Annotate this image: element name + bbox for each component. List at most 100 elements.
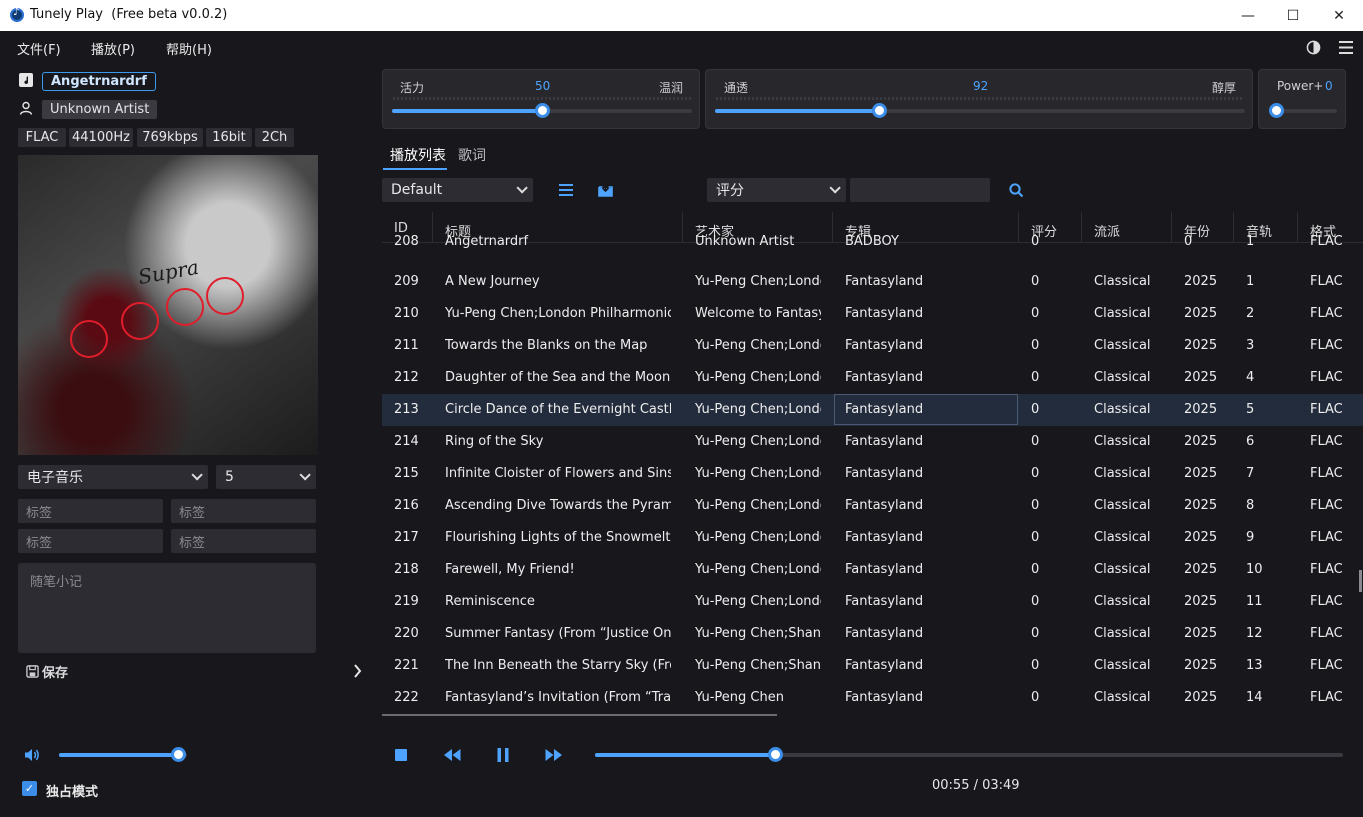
cell-artist: Yu-Peng Chen;London bbox=[695, 466, 821, 481]
power-slider[interactable] bbox=[1269, 103, 1337, 119]
cell-rating: 0 bbox=[1031, 626, 1040, 641]
eq-panel-clear: 通透 92 醇厚 bbox=[705, 69, 1253, 129]
import-icon[interactable] bbox=[598, 182, 613, 197]
track-artist[interactable]: Unknown Artist bbox=[42, 100, 158, 119]
table-row[interactable]: 220 Summer Fantasy (From “Justice Onl Yu-P… bbox=[382, 618, 1363, 650]
maximize-button[interactable]: ☐ bbox=[1270, 0, 1316, 31]
table-row[interactable]: 218 Farewell, My Friend! Yu-Peng Chen;Lond… bbox=[382, 554, 1363, 586]
cell-id: 208 bbox=[394, 234, 419, 249]
table-row[interactable]: 210 Yu-Peng Chen;London Philharmonic Welco… bbox=[382, 298, 1363, 330]
menu-file[interactable]: 文件(F) bbox=[17, 39, 61, 58]
save-button[interactable]: 保存 bbox=[26, 662, 68, 681]
cell-year: 2025 bbox=[1184, 690, 1218, 705]
cell-album: Fantasyland bbox=[845, 690, 924, 705]
cell-album: Fantasyland bbox=[845, 498, 924, 513]
exclusive-mode-checkbox[interactable]: ✓ bbox=[22, 781, 37, 796]
cell-track: 4 bbox=[1246, 370, 1255, 385]
sort-select[interactable]: 评分 bbox=[707, 178, 846, 202]
tab-lyrics[interactable]: 歌词 bbox=[458, 145, 486, 165]
volume-slider[interactable] bbox=[59, 747, 187, 763]
close-button[interactable]: ✕ bbox=[1316, 0, 1362, 31]
progress-slider[interactable] bbox=[595, 747, 1343, 763]
cell-title: Yu-Peng Chen;London Philharmonic bbox=[445, 306, 671, 321]
cell-track: 1 bbox=[1246, 234, 1255, 249]
cell-year: 2025 bbox=[1184, 562, 1218, 577]
spec-bitrate: 769kbps bbox=[137, 128, 203, 147]
pause-icon[interactable] bbox=[497, 748, 509, 762]
cell-title: Ascending Dive Towards the Pyramid bbox=[445, 498, 671, 513]
rating-select[interactable]: 5 bbox=[216, 465, 316, 489]
next-icon[interactable] bbox=[545, 749, 562, 761]
tag-input-1[interactable]: 标签 bbox=[18, 499, 163, 523]
table-row[interactable]: 211 Towards the Blanks on the Map Yu-Peng … bbox=[382, 330, 1363, 362]
cell-rating: 0 bbox=[1031, 498, 1040, 513]
cell-id: 217 bbox=[394, 530, 419, 545]
table-row[interactable]: 212 Daughter of the Sea and the Moon Yu-Pe… bbox=[382, 362, 1363, 394]
menu-play[interactable]: 播放(P) bbox=[91, 39, 135, 58]
cell-year: 2025 bbox=[1184, 434, 1218, 449]
notes-textarea[interactable]: 随笔小记 bbox=[18, 563, 316, 653]
playlist-value: Default bbox=[391, 182, 443, 198]
cell-format: FLAC bbox=[1310, 402, 1343, 417]
table-row[interactable]: 219 Reminiscence Yu-Peng Chen;London Fantas… bbox=[382, 586, 1363, 618]
sort-value: 评分 bbox=[716, 183, 744, 199]
eq-warm-knob[interactable] bbox=[535, 103, 550, 118]
cell-artist: Yu-Peng Chen;London bbox=[695, 498, 821, 513]
eq-clear-knob[interactable] bbox=[872, 103, 887, 118]
horizontal-scrollbar[interactable] bbox=[382, 714, 777, 716]
eq-clear-slider[interactable] bbox=[715, 103, 1245, 119]
progress-knob[interactable] bbox=[768, 747, 783, 762]
cell-format: FLAC bbox=[1310, 274, 1343, 289]
tag-input-4[interactable]: 标签 bbox=[171, 529, 316, 553]
volume-icon[interactable] bbox=[24, 747, 40, 763]
cell-format: FLAC bbox=[1310, 658, 1343, 673]
cell-artist: Yu-Peng Chen;London bbox=[695, 530, 821, 545]
cell-format: FLAC bbox=[1310, 338, 1343, 353]
playlist-select[interactable]: Default bbox=[382, 178, 533, 202]
cell-genre: Classical bbox=[1094, 690, 1151, 705]
cell-format: FLAC bbox=[1310, 466, 1343, 481]
table-row[interactable]: 216 Ascending Dive Towards the Pyramid Yu-… bbox=[382, 490, 1363, 522]
theme-toggle-icon[interactable] bbox=[1306, 40, 1321, 55]
volume-knob[interactable] bbox=[171, 747, 186, 762]
hamburger-menu-icon[interactable] bbox=[1339, 41, 1353, 54]
cell-album: Fantasyland bbox=[845, 658, 924, 673]
search-input[interactable] bbox=[850, 178, 990, 202]
stop-icon[interactable] bbox=[395, 749, 407, 761]
minimize-button[interactable]: — bbox=[1225, 0, 1271, 31]
chevron-right-icon[interactable] bbox=[353, 664, 362, 678]
power-label: Power+ bbox=[1277, 79, 1324, 93]
tab-active-indicator bbox=[383, 168, 447, 170]
power-knob[interactable] bbox=[1269, 103, 1284, 118]
tab-playlist[interactable]: 播放列表 bbox=[390, 145, 446, 165]
genre-select[interactable]: 电子音乐 bbox=[18, 465, 208, 489]
table-row[interactable]: 214 Ring of the Sky Yu-Peng Chen;London Fan… bbox=[382, 426, 1363, 458]
cell-genre: Classical bbox=[1094, 594, 1151, 609]
search-icon[interactable] bbox=[1009, 183, 1024, 198]
cell-artist: Yu-Peng Chen;London bbox=[695, 274, 821, 289]
table-row[interactable]: 215 Infinite Cloister of Flowers and Sins… bbox=[382, 458, 1363, 490]
cell-artist: Yu-Peng Chen bbox=[695, 690, 784, 705]
table-row[interactable]: 208 Angetrnardrf Unknown Artist BADBOY 0 0 1 FL… bbox=[382, 234, 1363, 257]
tag-input-3[interactable]: 标签 bbox=[18, 529, 163, 553]
cell-format: FLAC bbox=[1310, 562, 1343, 577]
table-row[interactable]: 217 Flourishing Lights of the Snowmelt R Y… bbox=[382, 522, 1363, 554]
previous-icon[interactable] bbox=[444, 749, 461, 761]
cell-format: FLAC bbox=[1310, 498, 1343, 513]
vertical-scrollbar[interactable] bbox=[1359, 570, 1362, 592]
table-row[interactable]: 213 Circle Dance of the Evernight Castle Y… bbox=[382, 394, 1363, 426]
cell-artist: Yu-Peng Chen;Shang bbox=[695, 626, 821, 641]
menu-help[interactable]: 帮助(H) bbox=[166, 39, 212, 58]
cell-id: 222 bbox=[394, 690, 419, 705]
user-icon bbox=[19, 101, 33, 115]
cell-genre: Classical bbox=[1094, 306, 1151, 321]
list-icon[interactable] bbox=[559, 184, 573, 196]
table-row[interactable]: 221 The Inn Beneath the Starry Sky (From Y… bbox=[382, 650, 1363, 682]
table-row[interactable]: 209 A New Journey Yu-Peng Chen;London Fanta… bbox=[382, 266, 1363, 298]
track-title[interactable]: Angetrnardrf bbox=[42, 72, 156, 91]
cell-id: 215 bbox=[394, 466, 419, 481]
save-icon bbox=[26, 665, 39, 678]
tag-input-2[interactable]: 标签 bbox=[171, 499, 316, 523]
table-row[interactable]: 222 Fantasyland’s Invitation (From “Tra Yu… bbox=[382, 682, 1363, 714]
eq-warm-slider[interactable] bbox=[392, 103, 692, 119]
